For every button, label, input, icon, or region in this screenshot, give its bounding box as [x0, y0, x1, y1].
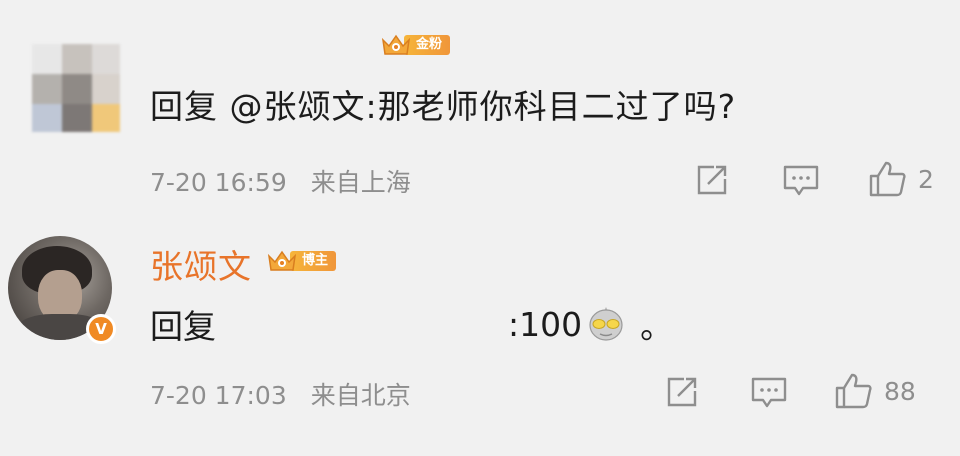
comment-button[interactable] [750, 376, 788, 410]
crown-icon [267, 250, 297, 271]
location: 来自上海 [310, 168, 411, 197]
reply-word: 回复 [150, 307, 216, 346]
like-icon [835, 373, 872, 409]
like-count: 2 [918, 164, 934, 194]
share-icon [667, 377, 697, 407]
like-button[interactable]: 2 [868, 160, 934, 198]
crown-icon [381, 34, 411, 55]
like-icon [869, 161, 906, 197]
like-button[interactable]: 88 [834, 372, 916, 410]
comment-text: :100 。 [508, 300, 673, 348]
comment-item: 金粉 回复 @张颂文:那老师你科目二过了吗? 7-20 16:59 来自上海 2 [0, 0, 960, 230]
comment-suffix: 。 [640, 307, 674, 346]
comment-text: 回复 @张颂文:那老师你科目二过了吗? [150, 80, 736, 128]
comment-button[interactable] [782, 164, 820, 198]
comment-icon [783, 165, 819, 196]
comment-icon [751, 377, 787, 408]
timestamp: 7-20 17:03 [150, 381, 287, 410]
location: 来自北京 [310, 381, 411, 410]
fan-badge: 金粉 [380, 32, 451, 58]
reply-word: 回复 [150, 87, 218, 126]
timestamp: 7-20 16:59 [150, 168, 287, 197]
share-button[interactable] [694, 164, 730, 196]
avatar[interactable] [32, 44, 120, 132]
share-button[interactable] [664, 376, 700, 408]
mention-link[interactable]: @张颂文 [230, 87, 366, 126]
verified-badge: V [86, 314, 116, 344]
comment-item: V 张颂文 博主 回复 :100 。 7-20 17:03 来自北京 88 [0, 230, 960, 456]
ultraman-emoji-icon [589, 307, 623, 341]
share-icon [697, 165, 727, 195]
username[interactable]: 张颂文 [150, 240, 252, 288]
comment-meta: 7-20 16:59 来自上海 [150, 163, 411, 199]
comment-body: :100 [508, 304, 583, 344]
comment-meta: 7-20 17:03 来自北京 [150, 376, 411, 412]
blogger-badge: 博主 [266, 248, 337, 274]
comment-body: :那老师你科目二过了吗? [365, 87, 737, 126]
like-count: 88 [884, 376, 916, 406]
